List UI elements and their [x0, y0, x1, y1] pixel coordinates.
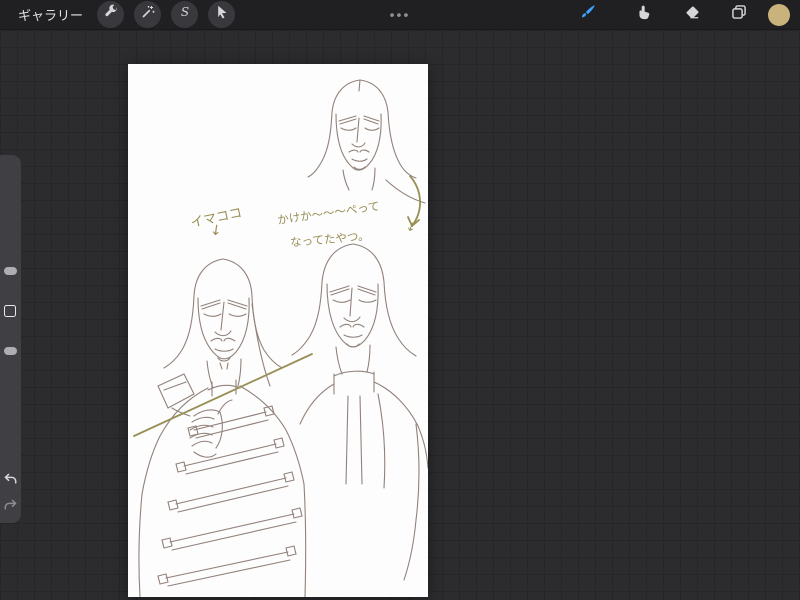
- eraser-tool-button[interactable]: [678, 1, 706, 29]
- actions-button[interactable]: [97, 1, 125, 28]
- magic-wand-icon: [140, 4, 156, 25]
- active-color-swatch[interactable]: [767, 3, 791, 27]
- color-circle-icon: [768, 3, 790, 26]
- gallery-button[interactable]: ギャラリー: [18, 5, 83, 24]
- undo-button[interactable]: [2, 471, 19, 488]
- layers-icon: [730, 3, 748, 26]
- annotation-arrow-1: ↓: [208, 222, 223, 240]
- eraser-icon: [684, 4, 701, 26]
- transform-button[interactable]: [208, 1, 236, 28]
- pencil-sketch-group: [138, 79, 428, 597]
- sketch-artwork: [133, 79, 428, 597]
- redo-button[interactable]: [2, 497, 19, 514]
- cursor-arrow-icon: [214, 4, 230, 25]
- top-toolbar: ギャラリー S •••: [0, 0, 800, 30]
- paint-brush-icon: [579, 3, 597, 26]
- smudge-tool-button[interactable]: [629, 1, 657, 29]
- sidebar-controls: [0, 155, 21, 523]
- redo-arrow-icon: [4, 499, 17, 510]
- undo-arrow-icon: [4, 473, 17, 484]
- procreate-window: ギャラリー S ••• イマココ ↓ かけか〜〜〜ぺって なってたやつ。 ↓: [0, 0, 800, 600]
- selection-button[interactable]: S: [171, 1, 199, 28]
- drawing-canvas[interactable]: イマココ ↓ かけか〜〜〜ぺって なってたやつ。 ↓: [128, 64, 428, 597]
- wrench-icon: [103, 4, 119, 25]
- brush-size-slider[interactable]: [4, 267, 17, 275]
- modify-button[interactable]: [4, 305, 16, 317]
- canvas-options-dots[interactable]: •••: [390, 6, 411, 22]
- baton-line: [133, 353, 313, 437]
- selection-s-icon: S: [177, 4, 193, 25]
- svg-text:S: S: [180, 5, 188, 19]
- layers-button[interactable]: [725, 1, 753, 29]
- brush-tool-button[interactable]: [574, 1, 602, 29]
- adjustments-button[interactable]: [134, 1, 162, 28]
- opacity-slider[interactable]: [4, 347, 17, 355]
- smudge-finger-icon: [635, 4, 652, 26]
- paint-tools-group: [574, 1, 800, 29]
